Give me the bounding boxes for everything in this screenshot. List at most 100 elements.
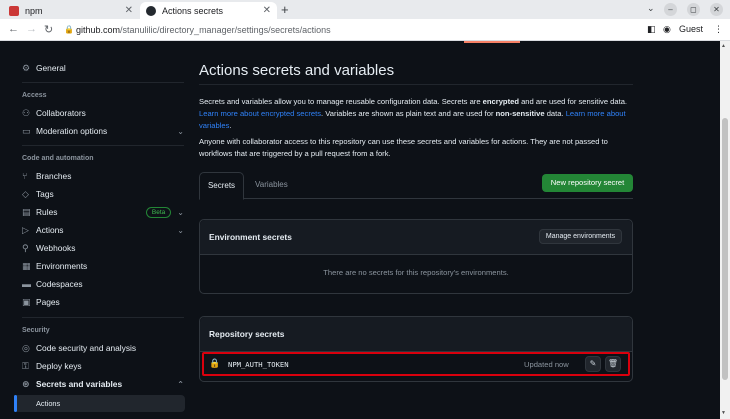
tag-icon: ◇ xyxy=(22,188,29,199)
collaborator-note: Anyone with collaborator access to this … xyxy=(199,137,608,158)
tab-label: npm xyxy=(25,5,43,16)
secret-name: NPM_AUTH_TOKEN xyxy=(228,360,289,369)
close-tab-icon[interactable]: ✕ xyxy=(263,5,271,16)
intro-bold: non-sensitive xyxy=(495,109,545,118)
environment-secrets-header: Environment secrets Manage environments xyxy=(200,220,632,255)
sidebar-heading-code: Code and automation xyxy=(22,155,94,162)
forward-arrow-icon[interactable]: → xyxy=(26,23,37,35)
back-arrow-icon[interactable]: ← xyxy=(8,23,19,35)
rules-icon: ▤ xyxy=(22,206,31,217)
sidebar-item-label: Branches xyxy=(36,171,72,181)
sidebar-item-codespaces[interactable]: ▬ Codespaces xyxy=(22,276,184,292)
sidebar-item-label: Tags xyxy=(36,189,54,199)
restore-icon[interactable]: ◻ xyxy=(687,3,700,16)
reload-icon[interactable]: ↻ xyxy=(44,23,53,36)
sidebar-subitem-actions[interactable]: Actions xyxy=(36,395,176,412)
repository-secrets-header: Repository secrets xyxy=(200,317,632,352)
intro-paragraph: Secrets and variables allow you to manag… xyxy=(199,96,633,132)
edit-pencil-icon[interactable]: ✎ xyxy=(585,356,601,372)
address-bar[interactable]: github.com/stanulilic/directory_manager/… xyxy=(76,25,331,35)
sidebar-item-label: Collaborators xyxy=(36,108,86,118)
encrypted-secrets-link[interactable]: Learn more about encrypted secrets xyxy=(199,109,321,118)
scrollbar-thumb[interactable] xyxy=(722,118,728,380)
url-path: /stanulilic/directory_manager/settings/s… xyxy=(120,25,331,35)
environment-empty-message: There are no secrets for this repository… xyxy=(323,268,509,277)
sidebar-item-secrets-variables[interactable]: ⊛ Secrets and variables ⌃ xyxy=(22,376,184,392)
intro-text: data. xyxy=(544,109,566,118)
codespaces-icon: ▬ xyxy=(22,279,31,289)
intro-bold: encrypted xyxy=(482,97,519,106)
tab-actions-secrets[interactable]: Actions secrets ✕ xyxy=(140,2,277,19)
close-window-icon[interactable]: ✕ xyxy=(710,3,723,16)
intro-text: Secrets and variables allow you to manag… xyxy=(199,97,483,106)
tab-secrets[interactable]: Secrets xyxy=(199,172,244,200)
profile-label[interactable]: Guest xyxy=(679,24,703,34)
lock-icon: 🔒 xyxy=(64,25,74,34)
secret-updated-time: Updated now xyxy=(524,360,569,369)
asterisk-icon: ⊛ xyxy=(22,378,30,389)
sidebar-item-code-security[interactable]: ◎ Code security and analysis xyxy=(22,340,184,356)
secret-row: 🔒 NPM_AUTH_TOKEN Updated now ✎ 🗑 xyxy=(202,352,630,376)
environment-secrets-title: Environment secrets xyxy=(209,232,292,242)
lock-icon: 🔒 xyxy=(209,358,221,368)
sidebar-item-label: Secrets and variables xyxy=(36,379,123,389)
gear-icon: ⚙ xyxy=(22,62,31,73)
sidebar-item-label: Codespaces xyxy=(36,279,83,289)
title-divider xyxy=(199,84,633,85)
scroll-up-arrow-icon[interactable]: ▲ xyxy=(721,43,726,49)
sidebar-item-branches[interactable]: ⑂ Branches xyxy=(22,168,184,184)
minimize-icon[interactable]: – xyxy=(664,3,677,16)
sidebar-heading-security: Security xyxy=(22,327,50,334)
browser-tab-bar: npm ✕ Actions secrets ✕ + ⌄ – ◻ ✕ xyxy=(0,0,730,19)
sidebar-divider xyxy=(22,145,184,146)
repository-secrets-title: Repository secrets xyxy=(209,329,285,339)
webhook-icon: ⚲ xyxy=(22,242,29,253)
intro-text: . xyxy=(229,121,232,130)
sidebar-item-label: General xyxy=(36,63,66,73)
sidebar-item-tags[interactable]: ◇ Tags xyxy=(22,186,184,202)
sidebar-item-label: Pages xyxy=(36,297,60,307)
tab-label: Actions secrets xyxy=(162,5,224,16)
sidebar-item-label: Moderation options xyxy=(36,126,108,136)
scroll-down-arrow-icon[interactable]: ▼ xyxy=(721,410,726,416)
tab-npm[interactable]: npm ✕ xyxy=(3,2,139,19)
npm-favicon-icon xyxy=(9,5,19,16)
sidebar-item-moderation[interactable]: ▭ Moderation options ⌄ xyxy=(22,123,184,139)
key-icon: ⚿ xyxy=(22,360,29,371)
sidebar-item-actions[interactable]: ▷ Actions ⌄ xyxy=(22,222,184,238)
play-icon: ▷ xyxy=(22,224,29,235)
header-accent-line xyxy=(464,41,520,43)
sidebar-item-deploy-keys[interactable]: ⚿ Deploy keys xyxy=(22,358,184,374)
trash-icon[interactable]: 🗑 xyxy=(605,356,621,372)
manage-environments-button[interactable]: Manage environments xyxy=(539,229,622,244)
sidebar-divider xyxy=(22,317,184,318)
new-repository-secret-button[interactable]: New repository secret xyxy=(542,174,633,192)
sidebar-item-rules[interactable]: ▤ Rules Beta ⌄ xyxy=(22,204,184,220)
intro-text: . Variables are shown as plain text and … xyxy=(321,109,496,118)
settings-sidebar: ⚙ General Access ⚇ Collaborators ▭ Moderati… xyxy=(0,41,190,419)
sidebar-item-general[interactable]: ⚙ General xyxy=(22,60,184,76)
sidebar-item-collaborators[interactable]: ⚇ Collaborators xyxy=(22,105,184,121)
tab-search-icon[interactable]: ⌄ xyxy=(647,3,655,14)
chevron-up-icon: ⌃ xyxy=(177,379,184,389)
sidebar-item-label: Deploy keys xyxy=(36,361,82,371)
browser-toolbar: ← → ↻ 🔒 github.com/stanulilic/directory_… xyxy=(0,19,730,41)
new-tab-button[interactable]: + xyxy=(281,2,289,17)
intro-text: and are used for sensitive data. xyxy=(518,97,628,106)
active-indicator xyxy=(14,395,17,412)
sidebar-item-environments[interactable]: ▦ Environments xyxy=(22,258,184,274)
sidebar-item-webhooks[interactable]: ⚲ Webhooks xyxy=(22,240,184,256)
sidebar-item-label: Environments xyxy=(36,261,88,271)
sidebar-item-label: Rules xyxy=(36,207,58,217)
environment-secrets-box: Environment secrets Manage environments … xyxy=(199,219,633,294)
tab-variables[interactable]: Variables xyxy=(255,172,288,198)
sidebar-item-pages[interactable]: ▣ Pages xyxy=(22,294,184,310)
sidebar-divider xyxy=(22,82,184,83)
menu-icon[interactable]: ⋮ xyxy=(714,24,723,35)
sidepanel-icon[interactable]: ◧ xyxy=(647,24,656,35)
chevron-down-icon: ⌄ xyxy=(177,207,184,217)
close-tab-icon[interactable]: ✕ xyxy=(125,5,133,16)
sidebar-item-label: Actions xyxy=(36,225,64,235)
profile-icon[interactable]: ◉ xyxy=(663,24,671,35)
browser-icon: ▣ xyxy=(22,296,31,307)
